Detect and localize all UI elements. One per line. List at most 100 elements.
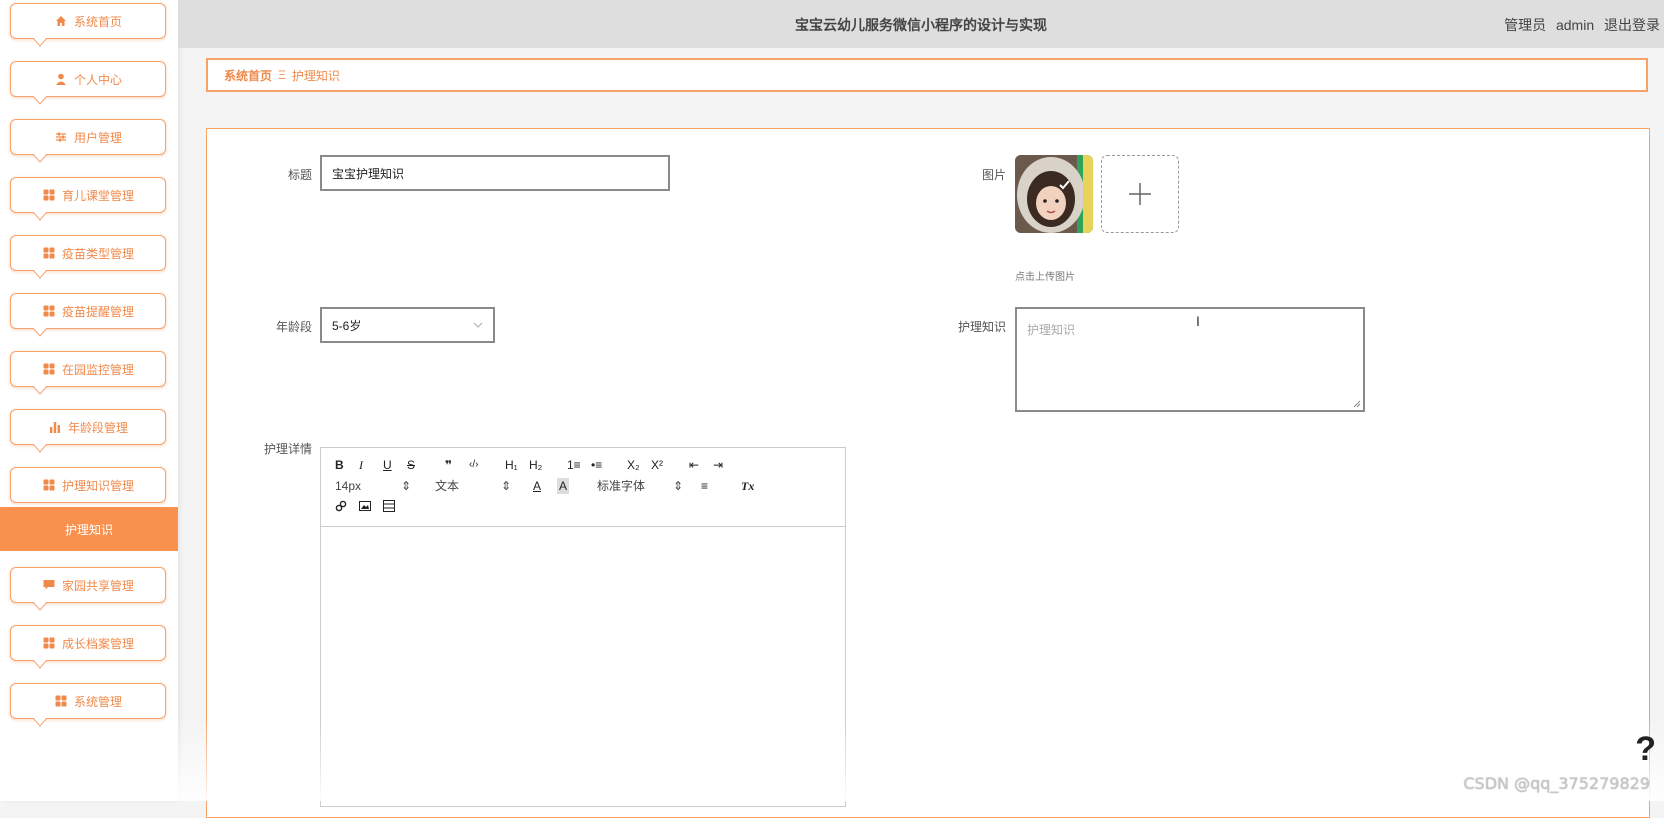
user-role: 管理员 xyxy=(1504,17,1547,33)
select-arrows-icon: ⇕ xyxy=(501,479,512,493)
tooltip-tail-icon xyxy=(33,96,47,105)
tooltip-tail-icon xyxy=(33,386,47,395)
select-arrows-icon: ⇕ xyxy=(401,479,412,493)
image-icon[interactable] xyxy=(359,500,371,516)
sidebar-item-monitoring[interactable]: 在园监控管理 xyxy=(10,351,166,395)
sidebar-item-label: 护理知识管理 xyxy=(61,478,134,493)
help-icon[interactable]: ? xyxy=(1635,730,1656,769)
rich-text-editor: B I U S ❞ ‹/› H₁ H₂ 1≡ •≡ X₂ X² ⇤ ⇥ 14px… xyxy=(320,447,846,807)
breadcrumb-separator: Ξ xyxy=(278,68,286,82)
font-size-select[interactable]: 14px ⇕ xyxy=(335,478,411,494)
sidebar-item-label: 家园共享管理 xyxy=(61,578,134,593)
uploaded-image-thumbnail[interactable] xyxy=(1015,155,1093,233)
align-icon[interactable]: ≡ xyxy=(701,478,708,494)
tooltip-tail-icon xyxy=(33,38,47,47)
italic-button[interactable]: I xyxy=(359,457,363,473)
tooltip-tail-icon xyxy=(33,444,47,453)
sidebar-item-system[interactable]: 系统管理 xyxy=(10,683,166,727)
sidebar-item-label: 个人中心 xyxy=(73,72,122,87)
resize-handle-icon[interactable] xyxy=(1353,400,1361,408)
sidebar: 系统首页 个人中心 用户管理 育儿课堂管理 疫苗类型管理 疫苗提醒管理 在园监控… xyxy=(0,0,178,801)
title-input-value: 宝宝护理知识 xyxy=(332,166,405,181)
user-area: 管理员 admin 退出登录 xyxy=(1498,15,1660,35)
sidebar-subitem-care-knowledge[interactable]: 护理知识 xyxy=(0,507,178,551)
sidebar-item-label: 成长档案管理 xyxy=(61,636,134,651)
text-type-value: 文本 xyxy=(435,479,460,493)
top-header: 宝宝云幼儿服务微信小程序的设计与实现 管理员 admin 退出登录 xyxy=(178,0,1664,48)
text-type-select[interactable]: 文本 ⇕ xyxy=(435,478,511,494)
app-title: 宝宝云幼儿服务微信小程序的设计与实现 xyxy=(795,17,1047,33)
font-family-value: 标准字体 xyxy=(597,479,646,493)
sliders-icon xyxy=(54,130,68,144)
breadcrumb-home[interactable]: 系统首页 xyxy=(224,67,272,84)
outdent-button[interactable]: ⇤ xyxy=(689,457,699,473)
upload-tip: 点击上传图片 xyxy=(1015,272,1075,283)
sidebar-item-vaccine-reminder[interactable]: 疫苗提醒管理 xyxy=(10,293,166,337)
h1-button[interactable]: H₁ xyxy=(505,457,518,473)
sidebar-item-parenting-class[interactable]: 育儿课堂管理 xyxy=(10,177,166,221)
sidebar-item-label: 系统管理 xyxy=(73,694,122,709)
care-knowledge-placeholder: 护理知识 xyxy=(1027,323,1076,337)
editor-content-area[interactable] xyxy=(321,527,845,807)
video-icon[interactable] xyxy=(383,500,395,516)
indent-button[interactable]: ⇥ xyxy=(713,457,723,473)
sidebar-item-home[interactable]: 系统首页 xyxy=(10,3,166,47)
bullet-list-button[interactable]: •≡ xyxy=(591,457,602,473)
chevron-down-icon xyxy=(473,322,483,328)
sidebar-item-label: 年龄段管理 xyxy=(67,420,128,435)
sidebar-item-age-group[interactable]: 年龄段管理 xyxy=(10,409,166,453)
tooltip-tail-icon xyxy=(33,718,47,727)
home-icon xyxy=(54,14,68,28)
ordered-list-button[interactable]: 1≡ xyxy=(567,457,581,473)
tooltip-tail-icon xyxy=(33,270,47,279)
grid-icon xyxy=(54,694,68,708)
sidebar-item-profile[interactable]: 个人中心 xyxy=(10,61,166,105)
h2-button[interactable]: H₂ xyxy=(529,457,542,473)
sidebar-item-growth-record[interactable]: 成长档案管理 xyxy=(10,625,166,669)
age-group-value: 5-6岁 xyxy=(332,318,362,333)
sidebar-subitem-label: 护理知识 xyxy=(64,522,113,537)
age-group-label: 年龄段 xyxy=(275,320,312,334)
age-group-select[interactable]: 5-6岁 xyxy=(320,307,495,343)
grid-icon xyxy=(42,188,56,202)
editor-toolbar: B I U S ❞ ‹/› H₁ H₂ 1≡ •≡ X₂ X² ⇤ ⇥ 14px… xyxy=(321,448,845,527)
sidebar-item-label: 育儿课堂管理 xyxy=(61,188,134,203)
subscript-button[interactable]: X₂ xyxy=(627,457,640,473)
superscript-button[interactable]: X² xyxy=(651,457,663,473)
sidebar-item-users[interactable]: 用户管理 xyxy=(10,119,166,163)
title-input[interactable]: 宝宝护理知识 xyxy=(320,155,670,191)
underline-button[interactable]: U xyxy=(383,457,392,473)
tooltip-tail-icon xyxy=(33,212,47,221)
background-color-button[interactable]: A xyxy=(557,478,570,494)
strike-button[interactable]: S xyxy=(407,457,415,473)
message-icon xyxy=(42,578,56,592)
font-size-value: 14px xyxy=(335,479,362,493)
user-icon xyxy=(54,72,68,86)
code-button[interactable]: ‹/› xyxy=(469,457,478,473)
link-icon[interactable] xyxy=(335,500,347,516)
care-detail-label: 护理详情 xyxy=(263,442,312,456)
username: admin xyxy=(1555,17,1595,33)
quote-button[interactable]: ❞ xyxy=(445,457,452,473)
grid-icon xyxy=(42,246,56,260)
sidebar-item-label: 用户管理 xyxy=(73,130,122,145)
grid-icon xyxy=(42,362,56,376)
sidebar-item-care-knowledge[interactable]: 护理知识管理 xyxy=(10,467,166,503)
font-family-select[interactable]: 标准字体 ⇕ xyxy=(597,478,683,494)
sidebar-item-vaccine-type[interactable]: 疫苗类型管理 xyxy=(10,235,166,279)
sidebar-item-label: 疫苗提醒管理 xyxy=(61,304,134,319)
sidebar-item-label: 疫苗类型管理 xyxy=(61,246,134,261)
breadcrumb: 系统首页 Ξ 护理知识 xyxy=(206,58,1648,92)
sidebar-item-label: 在园监控管理 xyxy=(61,362,134,377)
clear-format-button[interactable]: Tx xyxy=(741,478,754,494)
bar-chart-icon xyxy=(48,420,62,434)
logout-link[interactable]: 退出登录 xyxy=(1604,17,1660,33)
sidebar-item-home-school-share[interactable]: 家园共享管理 xyxy=(10,567,166,611)
care-knowledge-textarea[interactable]: 护理知识 xyxy=(1015,307,1365,412)
title-label: 标题 xyxy=(287,168,312,182)
upload-image-button[interactable] xyxy=(1101,155,1179,233)
font-color-button[interactable]: A xyxy=(533,478,541,494)
tooltip-tail-icon xyxy=(33,154,47,163)
bold-button[interactable]: B xyxy=(335,457,344,473)
grid-icon xyxy=(42,636,56,650)
